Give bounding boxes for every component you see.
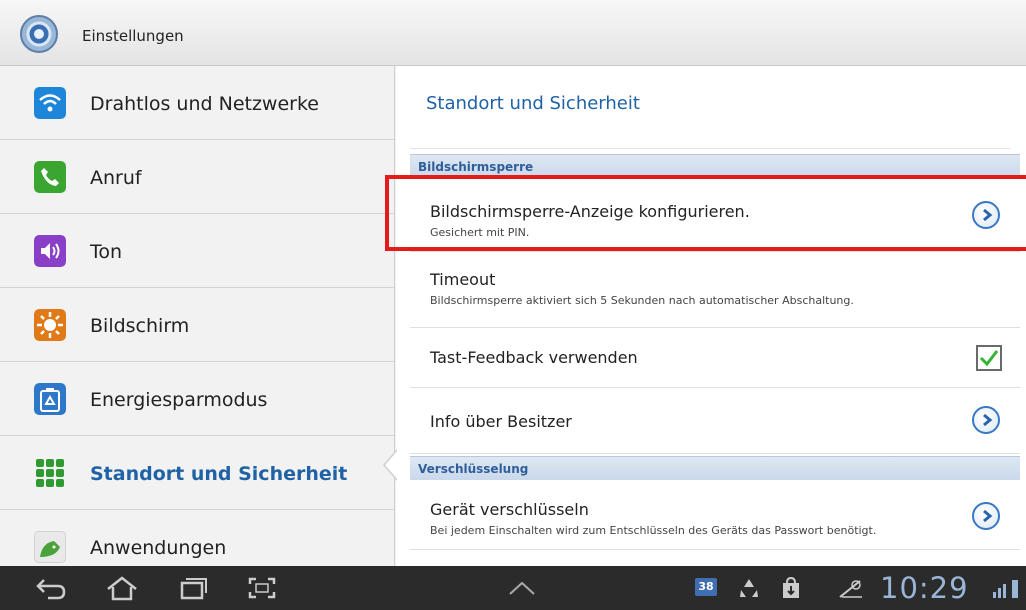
- back-icon[interactable]: [34, 574, 70, 602]
- battery-recycle-icon: [34, 383, 66, 415]
- signal-battery-icon[interactable]: [992, 576, 1020, 602]
- row-title: Gerät verschlüsseln: [430, 500, 589, 519]
- selection-pointer: [383, 449, 398, 481]
- sidebar-item-wireless[interactable]: Drahtlos und Netzwerke: [0, 66, 394, 140]
- android-icon: [34, 531, 66, 563]
- sidebar-item-label: Energiesparmodus: [90, 389, 268, 411]
- sidebar-item-label: Anwendungen: [90, 537, 227, 559]
- row-title: Info über Besitzer: [430, 412, 572, 431]
- touch-feedback-row[interactable]: Tast-Feedback verwenden: [410, 328, 1020, 388]
- chevron-right-icon[interactable]: [972, 406, 1000, 434]
- sidebar-item-label: Drahtlos und Netzwerke: [90, 93, 319, 115]
- section-header-encryption: Verschlüsselung: [410, 456, 1020, 480]
- row-subtitle: Bildschirmsperre aktiviert sich 5 Sekund…: [430, 294, 854, 307]
- section-header-label: Verschlüsselung: [418, 462, 529, 476]
- page-title: Standort und Sicherheit: [426, 93, 640, 114]
- phone-icon: [34, 161, 66, 193]
- row-title: Timeout: [430, 270, 496, 289]
- section-header-screen-lock: Bildschirmsperre: [410, 154, 1020, 178]
- wifi-icon: [34, 87, 66, 119]
- sidebar-item-label: Standort und Sicherheit: [90, 463, 348, 485]
- screenshot-icon[interactable]: [244, 574, 280, 602]
- checkmark-icon: [979, 350, 999, 367]
- brightness-icon: [34, 309, 66, 341]
- location-grid-icon: [36, 459, 64, 487]
- home-icon[interactable]: [104, 574, 140, 602]
- settings-sidebar: Drahtlos und Netzwerke Anruf Ton Bildsch…: [0, 66, 395, 584]
- owner-info-row[interactable]: Info über Besitzer: [410, 388, 1020, 454]
- download-bag-icon[interactable]: [780, 576, 802, 600]
- timeout-row[interactable]: Timeout Bildschirmsperre aktiviert sich …: [410, 252, 1020, 328]
- recent-apps-icon[interactable]: [174, 574, 210, 602]
- scrolled-row-remnant: [410, 130, 1010, 149]
- speaker-icon: [34, 235, 66, 267]
- up-chevron-icon[interactable]: [504, 574, 540, 602]
- gear-icon[interactable]: [18, 13, 60, 55]
- sidebar-item-call[interactable]: Anruf: [0, 140, 394, 214]
- chevron-right-icon[interactable]: [972, 502, 1000, 530]
- row-subtitle: Bei jedem Einschalten wird zum Entschlüs…: [430, 524, 877, 537]
- app-title: Einstellungen: [82, 27, 184, 45]
- touch-feedback-checkbox[interactable]: [976, 345, 1002, 371]
- row-subtitle: Gesichert mit PIN.: [430, 226, 530, 239]
- no-sim-icon[interactable]: [838, 577, 864, 599]
- sidebar-item-sound[interactable]: Ton: [0, 214, 394, 288]
- chevron-right-icon[interactable]: [972, 201, 1000, 229]
- title-bar: Einstellungen: [0, 0, 1026, 66]
- sidebar-item-label: Anruf: [90, 167, 142, 189]
- encrypt-device-row[interactable]: Gerät verschlüsseln Bei jedem Einschalte…: [410, 480, 1020, 550]
- sidebar-item-display[interactable]: Bildschirm: [0, 288, 394, 362]
- calendar-badge[interactable]: 38: [695, 578, 717, 596]
- sidebar-item-label: Bildschirm: [90, 315, 190, 337]
- sidebar-item-label: Ton: [90, 241, 123, 263]
- row-title: Tast-Feedback verwenden: [430, 348, 638, 367]
- recycle-icon[interactable]: [737, 576, 761, 600]
- row-title: Bildschirmsperre-Anzeige konfigurieren.: [430, 202, 750, 221]
- sidebar-item-location-security[interactable]: Standort und Sicherheit: [0, 436, 394, 510]
- settings-detail-panel: Standort und Sicherheit Bildschirmsperre…: [396, 66, 1026, 566]
- clock: 10:29: [880, 571, 969, 605]
- section-header-label: Bildschirmsperre: [418, 160, 534, 174]
- system-nav-bar: 38 10:29: [0, 566, 1026, 610]
- lock-screen-config-row[interactable]: Bildschirmsperre-Anzeige konfigurieren. …: [410, 178, 1020, 252]
- sidebar-item-power-saving[interactable]: Energiesparmodus: [0, 362, 394, 436]
